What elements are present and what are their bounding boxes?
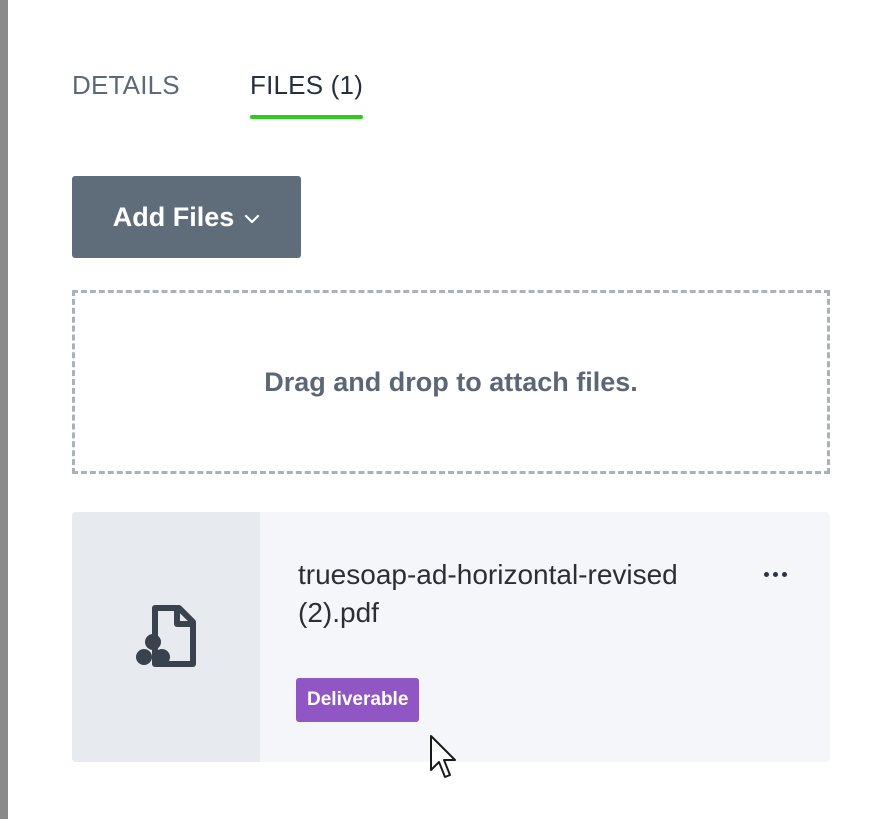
file-name[interactable]: truesoap-ad-horizontal-revised (2).pdf — [298, 556, 698, 632]
panel-left-border — [0, 0, 8, 819]
pdf-file-icon — [136, 605, 196, 667]
deliverable-tag[interactable]: Deliverable — [296, 678, 420, 722]
tab-details[interactable]: DETAILS — [72, 70, 180, 119]
tab-files[interactable]: FILES (1) — [250, 70, 364, 119]
file-card[interactable]: truesoap-ad-horizontal-revised (2).pdf D… — [72, 512, 830, 762]
add-files-button[interactable]: Add Files — [72, 176, 301, 258]
more-horizontal-icon[interactable] — [760, 564, 790, 584]
files-panel: DETAILS FILES (1) Add Files Drag and dro… — [8, 0, 880, 819]
chevron-down-icon — [245, 214, 260, 224]
mouse-pointer-icon — [430, 735, 456, 778]
add-files-label: Add Files — [112, 201, 235, 232]
file-dropzone[interactable]: Drag and drop to attach files. — [72, 290, 830, 474]
dropzone-text: Drag and drop to attach files. — [264, 366, 638, 397]
file-thumbnail — [72, 512, 260, 762]
